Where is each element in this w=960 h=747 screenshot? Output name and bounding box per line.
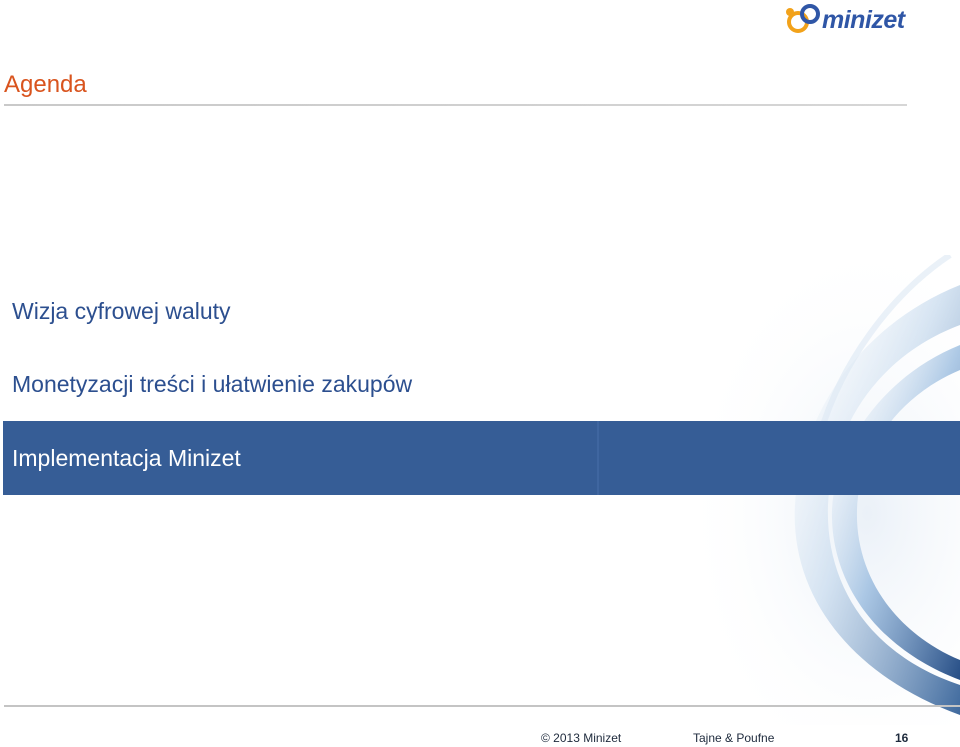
slide-title: Agenda bbox=[4, 71, 87, 98]
agenda-item-highlighted: Implementacja Minizet bbox=[12, 445, 241, 471]
agenda-item: Wizja cyfrowej waluty bbox=[12, 298, 231, 324]
slide: minizet Agenda Wizja cyfrowej waluty Mon… bbox=[0, 0, 960, 747]
footer-confidentiality: Tajne & Poufne bbox=[693, 731, 775, 745]
footer-page-number: 16 bbox=[895, 731, 909, 745]
agenda-item: Monetyzacji treści i ułatwienie zakupów bbox=[12, 371, 413, 397]
minizet-logo: minizet bbox=[784, 2, 924, 38]
highlight-bar-divider bbox=[597, 421, 599, 495]
logo-rings-icon bbox=[786, 4, 820, 33]
logo-text: minizet bbox=[822, 6, 905, 34]
title-divider bbox=[4, 104, 907, 106]
footer-copyright: © 2013 Minizet bbox=[541, 731, 622, 745]
footer-divider bbox=[4, 705, 960, 707]
